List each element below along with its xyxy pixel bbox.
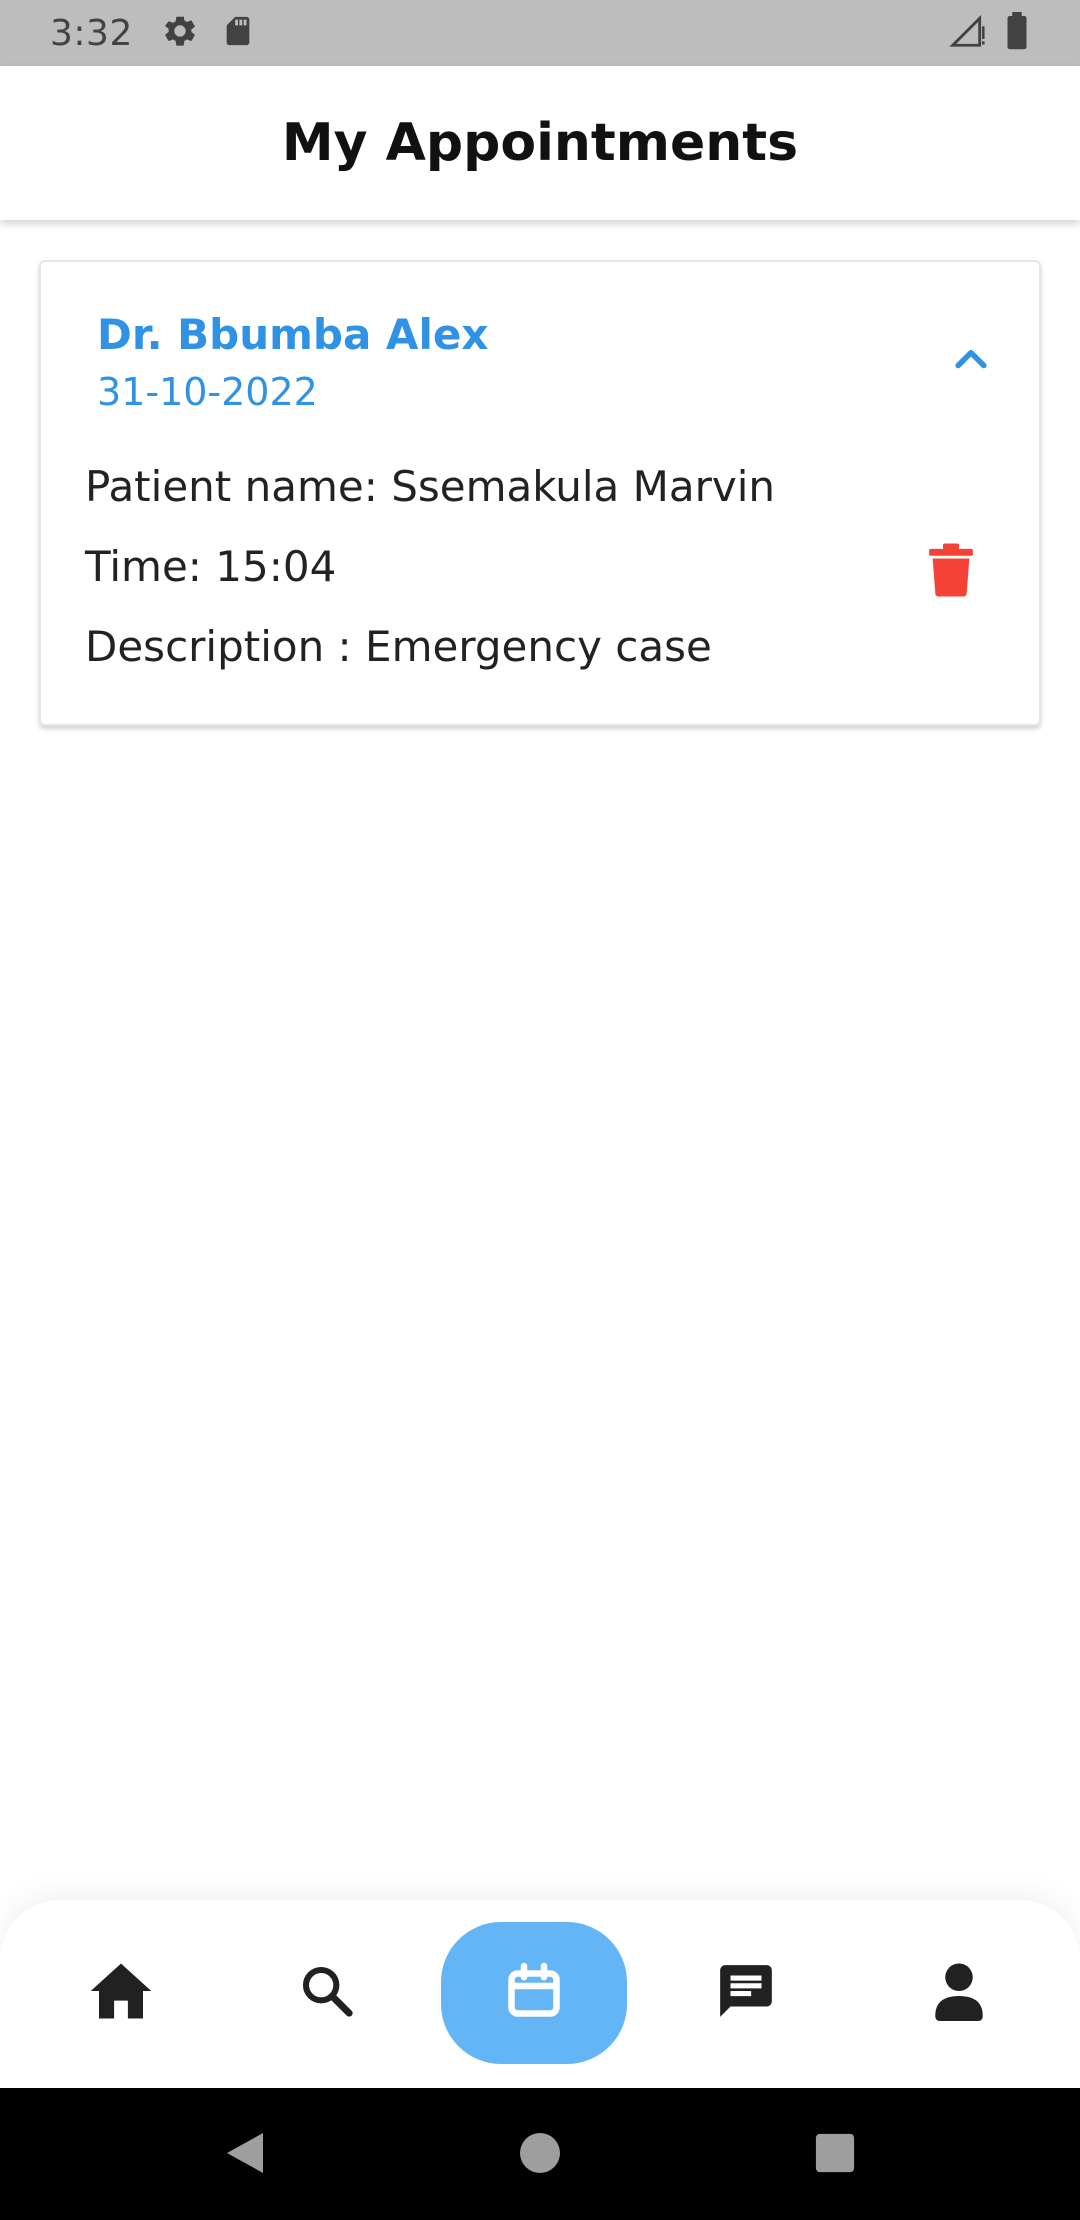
delete-button[interactable] — [921, 537, 981, 607]
status-right-icons — [948, 11, 1030, 55]
system-navigation-bar — [0, 2088, 1080, 2220]
signal-icon — [948, 12, 986, 55]
status-time: 3:32 — [50, 12, 133, 54]
appointment-time: Time: 15:04 — [85, 542, 337, 591]
appointment-date: 31-10-2022 — [97, 370, 318, 414]
doctor-name: Dr. Bbumba Alex — [97, 310, 489, 359]
home-circle-icon — [518, 2131, 562, 2180]
nav-appointments[interactable] — [441, 1922, 627, 2064]
battery-icon — [1004, 11, 1030, 55]
home-icon — [88, 1960, 154, 2027]
nav-home[interactable] — [28, 1922, 214, 2064]
search-icon — [299, 1963, 355, 2024]
appointment-card[interactable]: Dr. Bbumba Alex 31-10-2022 Patient name:… — [39, 260, 1041, 726]
nav-messages[interactable] — [653, 1922, 839, 2064]
profile-icon — [934, 1961, 984, 2026]
status-left-icons — [161, 12, 255, 55]
bottom-navigation — [0, 1900, 1080, 2088]
system-home-button[interactable] — [513, 2128, 567, 2182]
appointment-description: Description : Emergency case — [85, 622, 712, 671]
chat-icon — [715, 1959, 777, 2028]
chevron-up-icon — [949, 338, 993, 387]
nav-profile[interactable] — [866, 1922, 1052, 2064]
patient-name: Patient name: Ssemakula Marvin — [85, 462, 776, 511]
screen: 3:32 My Appointments Dr. Bbumba Alex 31-… — [0, 0, 1080, 2220]
back-triangle-icon — [223, 2129, 267, 2182]
recents-square-icon — [814, 2132, 856, 2179]
page-title: My Appointments — [281, 113, 799, 173]
app-bar: My Appointments — [0, 66, 1080, 220]
nav-search[interactable] — [234, 1922, 420, 2064]
settings-icon — [161, 12, 199, 55]
status-bar: 3:32 — [0, 0, 1080, 66]
collapse-button[interactable] — [941, 332, 1001, 392]
calendar-icon — [504, 1961, 564, 2026]
system-back-button[interactable] — [218, 2128, 272, 2182]
sd-card-icon — [221, 12, 255, 55]
system-recents-button[interactable] — [808, 2128, 862, 2182]
trash-icon — [928, 542, 974, 603]
